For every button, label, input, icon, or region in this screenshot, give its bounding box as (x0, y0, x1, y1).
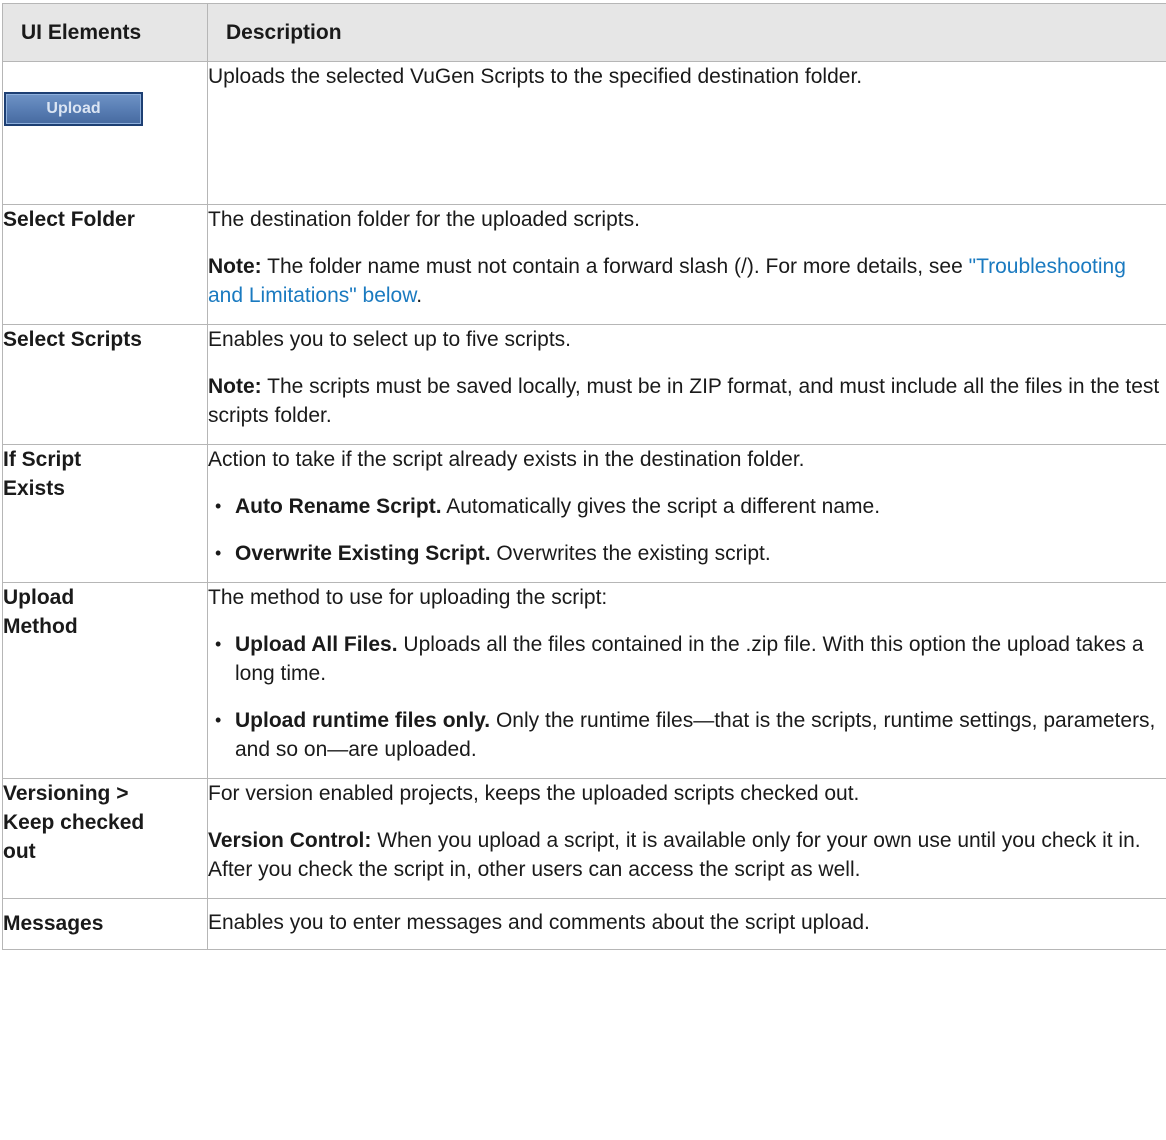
label-line: out (3, 840, 36, 863)
if-script-exists-desc-text: Action to take if the script already exi… (208, 448, 805, 471)
table-row-select-folder: Select Folder The destination folder for… (2, 204, 1166, 325)
row-upload-description: Uploads the selected VuGen Scripts to th… (207, 61, 1166, 205)
option-label: Auto Rename Script. (235, 495, 442, 518)
if-script-exists-options: Auto Rename Script. Automatically gives … (208, 492, 1166, 568)
messages-desc-text: Enables you to enter messages and commen… (208, 911, 870, 934)
note-text: The scripts must be saved locally, must … (208, 375, 1160, 427)
note-text: The folder name must not contain a forwa… (261, 255, 969, 278)
table-header-row: UI Elements Description (2, 3, 1166, 62)
label-line: Versioning > (3, 782, 129, 805)
row-select-scripts-description: Enables you to select up to five scripts… (207, 324, 1166, 445)
list-item: Overwrite Existing Script. Overwrites th… (208, 539, 1166, 568)
table-row-if-script-exists: If Script Exists Action to take if the sc… (2, 444, 1166, 583)
row-select-folder-description: The destination folder for the uploaded … (207, 204, 1166, 325)
option-label: Upload runtime files only. (235, 709, 491, 732)
upload-method-label: Upload Method (2, 582, 208, 779)
label-line: Exists (3, 477, 65, 500)
upload-method-options: Upload All Files. Uploads all the files … (208, 630, 1166, 764)
note-label: Note: (208, 255, 262, 278)
row-messages-description: Enables you to enter messages and commen… (207, 898, 1166, 950)
upload-desc-text: Uploads the selected VuGen Scripts to th… (208, 65, 863, 88)
row-if-script-exists-description: Action to take if the script already exi… (207, 444, 1166, 583)
row-upload-element: Upload (2, 61, 208, 205)
ui-elements-table: UI Elements Description Upload Uploads t… (2, 3, 1166, 950)
select-scripts-desc-text: Enables you to select up to five scripts… (208, 328, 572, 351)
upload-method-desc-text: The method to use for uploading the scri… (208, 586, 608, 609)
note-end: . (416, 284, 423, 307)
versioning-note: Version Control: When you upload a scrip… (208, 826, 1166, 884)
upload-button[interactable]: Upload (4, 92, 143, 126)
select-folder-note: Note: The folder name must not contain a… (208, 252, 1166, 310)
row-versioning-description: For version enabled projects, keeps the … (207, 778, 1166, 899)
versioning-label: Versioning > Keep checked out (2, 778, 208, 899)
select-folder-desc-text: The destination folder for the uploaded … (208, 208, 640, 231)
row-upload-method-description: The method to use for uploading the scri… (207, 582, 1166, 779)
header-description: Description (207, 3, 1166, 62)
label-line: Keep checked (3, 811, 145, 834)
option-label: Upload All Files. (235, 633, 398, 656)
table-row-messages: Messages Enables you to enter messages a… (2, 898, 1166, 950)
messages-label: Messages (2, 898, 208, 950)
select-scripts-label: Select Scripts (2, 324, 208, 445)
select-folder-label: Select Folder (2, 204, 208, 325)
label-line: Upload (3, 586, 75, 609)
label-line: If Script (3, 448, 82, 471)
list-item: Auto Rename Script. Automatically gives … (208, 492, 1166, 521)
list-item: Upload All Files. Uploads all the files … (208, 630, 1166, 688)
note-label: Version Control: (208, 829, 372, 852)
note-label: Note: (208, 375, 262, 398)
option-label: Overwrite Existing Script. (235, 542, 491, 565)
list-item: Upload runtime files only. Only the runt… (208, 706, 1166, 764)
label-line: Method (3, 615, 78, 638)
table-row-select-scripts: Select Scripts Enables you to select up … (2, 324, 1166, 445)
option-text: Automatically gives the script a differe… (441, 495, 881, 518)
select-scripts-note: Note: The scripts must be saved locally,… (208, 372, 1166, 430)
if-script-exists-label: If Script Exists (2, 444, 208, 583)
table-row-upload: Upload Uploads the selected VuGen Script… (2, 61, 1166, 205)
option-text: Overwrites the existing script. (490, 542, 771, 565)
header-ui-elements: UI Elements (2, 3, 208, 62)
versioning-desc-text: For version enabled projects, keeps the … (208, 782, 860, 805)
table-row-versioning: Versioning > Keep checked out For version … (2, 778, 1166, 899)
table-row-upload-method: Upload Method The method to use for uploa… (2, 582, 1166, 779)
